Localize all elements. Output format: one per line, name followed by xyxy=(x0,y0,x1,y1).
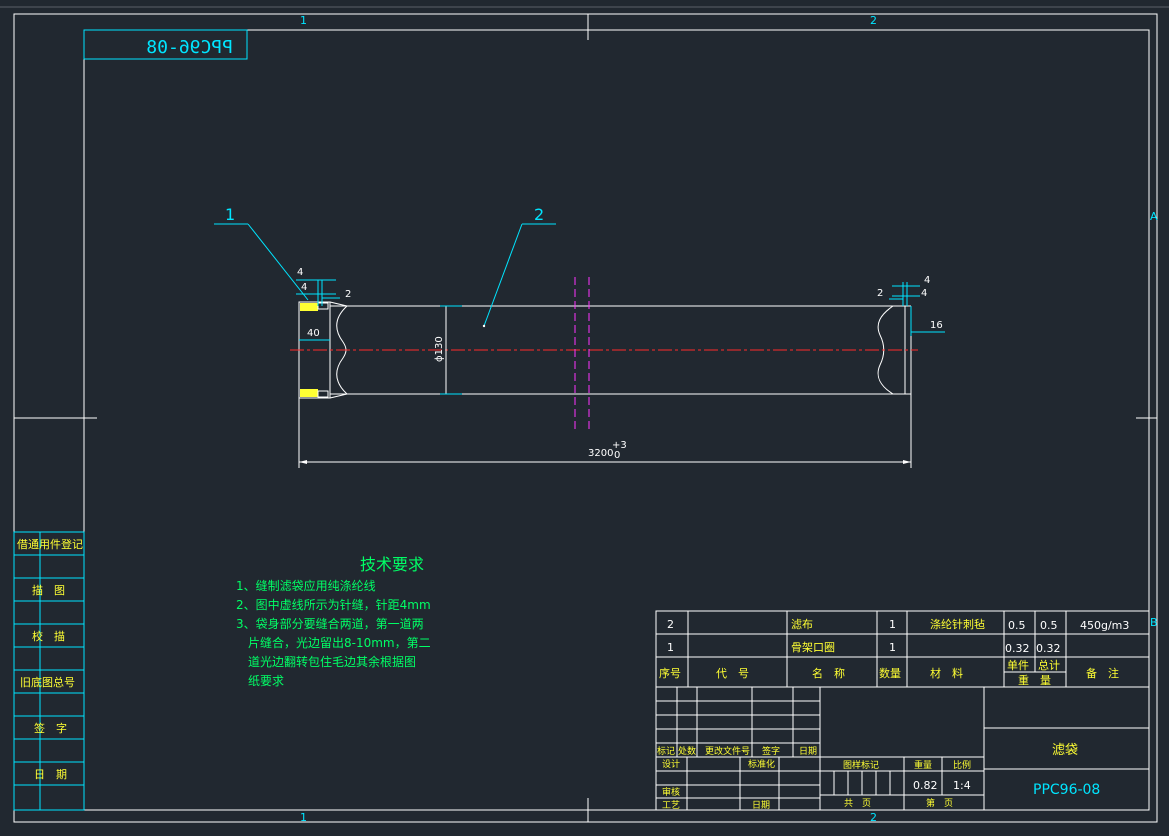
bom-row1-total-w: 0.32 xyxy=(1036,642,1061,655)
dim-2-left: 2 xyxy=(345,289,351,300)
zone-top-2: 2 xyxy=(870,14,877,27)
zone-right-b: B xyxy=(1150,616,1158,629)
rev-hdr-count: 处数 xyxy=(678,745,696,757)
bom-hdr-seq: 序号 xyxy=(659,666,681,680)
tech-req-line-1: 2、图中虚线所示为针缝，针距4mm xyxy=(236,597,431,612)
zone-right-a: A xyxy=(1150,210,1158,223)
tech-req-line-0: 1、缝制滤袋应用纯涤纶线 xyxy=(236,578,376,593)
bom-hdr-qty: 数量 xyxy=(879,667,901,680)
drawing-number: PPC96-08 xyxy=(1033,782,1100,798)
balloon-1: 1 xyxy=(225,205,235,224)
strip-label-4: 签 字 xyxy=(34,721,67,735)
bom-hdr-note: 备 注 xyxy=(1086,666,1119,680)
bom-row2-qty: 1 xyxy=(889,618,896,631)
dim-40: 40 xyxy=(307,328,320,339)
scale-label: 比例 xyxy=(953,759,971,771)
dim-length-tol-lower: 0 xyxy=(614,450,620,461)
dim-2-right: 2 xyxy=(877,288,883,299)
zone-top-1: 1 xyxy=(300,14,307,27)
rev-hdr-date: 日期 xyxy=(799,746,817,757)
role-process: 工艺 xyxy=(662,800,680,811)
mirrored-code-text: PPC96-08 xyxy=(146,37,233,58)
bom-row1-seq: 1 xyxy=(667,641,674,654)
bom-row2-note: 450g/m3 xyxy=(1080,619,1129,632)
dim-length: 3200 xyxy=(588,448,613,459)
drawing-canvas: 1 2 1 2 A B PPC96-08 借通用件登记 描 图 校 描 旧底图总… xyxy=(0,6,1169,824)
bom-row1-unit-w: 0.32 xyxy=(1005,642,1030,655)
balloon-2: 2 xyxy=(534,205,544,224)
rev-hdr-mark: 标记 xyxy=(657,745,675,757)
dim-4-right-a: 4 xyxy=(924,275,930,286)
bom-hdr-unit: 单件 xyxy=(1007,659,1029,672)
tech-req-line-2: 3、袋身部分要缝合两道，第一道两 xyxy=(236,616,424,631)
bom-row1-qty: 1 xyxy=(889,641,896,654)
strip-label-0: 借通用件登记 xyxy=(17,537,83,551)
tech-req-line-3: 片缝合，光边留出8-10mm，第二 xyxy=(236,635,431,650)
filter-bag-view: ϕ130 3200 +3 0 40 4 4 2 4 4 2 16 xyxy=(290,267,945,468)
title-block: 标记 处数 更改文件号 签字 日期 设计 标准化 审核 工艺 日期 图样标记 重… xyxy=(655,686,1150,811)
rev-hdr-sign: 签字 xyxy=(762,745,780,757)
bom-hdr-weight: 重 量 xyxy=(1018,673,1051,687)
dim-16: 16 xyxy=(930,320,943,331)
zone-bottom-1: 1 xyxy=(300,811,307,824)
scale-value: 1:4 xyxy=(953,779,971,792)
bom-row1-name: 骨架口圈 xyxy=(791,641,835,654)
bom-hdr-material: 材 料 xyxy=(930,666,963,680)
bom-row2-total-w: 0.5 xyxy=(1040,619,1058,632)
zone-bottom-2: 2 xyxy=(870,811,877,824)
bom-hdr-code: 代 号 xyxy=(716,667,749,680)
sheet-outer-border xyxy=(13,13,1158,823)
part-name: 滤袋 xyxy=(1052,743,1078,758)
stage-mark-label: 图样标记 xyxy=(843,759,879,771)
role-review: 审核 xyxy=(662,786,680,798)
strip-label-3: 旧底图总号 xyxy=(20,675,75,689)
bom-row2-material: 涤纶针刺毡 xyxy=(930,617,985,631)
weight-value: 0.82 xyxy=(913,779,938,792)
tech-req-line-4: 道光边翻转包住毛边其余根据图 xyxy=(236,654,416,669)
weight-label: 重量 xyxy=(914,759,932,771)
bom-row2-name: 滤布 xyxy=(791,618,813,631)
tech-req-title: 技术要求 xyxy=(360,555,424,574)
dim-4-b: 4 xyxy=(301,282,307,293)
bom-row2-seq: 2 xyxy=(667,618,674,631)
dim-4-a: 4 xyxy=(297,267,303,278)
bom-hdr-name: 名 称 xyxy=(812,666,845,680)
sheet-label: 第 页 xyxy=(926,797,953,809)
tech-req-line-5: 纸要求 xyxy=(236,674,284,688)
strip-label-1: 描 图 xyxy=(32,583,65,597)
role-standard: 标准化 xyxy=(748,758,775,770)
sheet-inner-frame xyxy=(83,29,1150,811)
strip-label-2: 校 描 xyxy=(32,629,65,643)
dim-diameter: ϕ130 xyxy=(434,336,445,362)
strip-label-5: 日 期 xyxy=(34,768,67,781)
role-date: 日期 xyxy=(752,800,770,811)
rev-hdr-docno: 更改文件号 xyxy=(705,745,750,757)
bom-hdr-total: 总计 xyxy=(1038,658,1060,672)
sheets-label: 共 页 xyxy=(844,798,871,809)
bom-row2-unit-w: 0.5 xyxy=(1008,619,1026,632)
role-design: 设计 xyxy=(662,758,680,770)
dim-4-right-b: 4 xyxy=(921,288,927,299)
bom-table: 2 滤布 1 涤纶针刺毡 0.5 0.5 450g/m3 1 骨架口圈 1 0.… xyxy=(655,610,1150,688)
